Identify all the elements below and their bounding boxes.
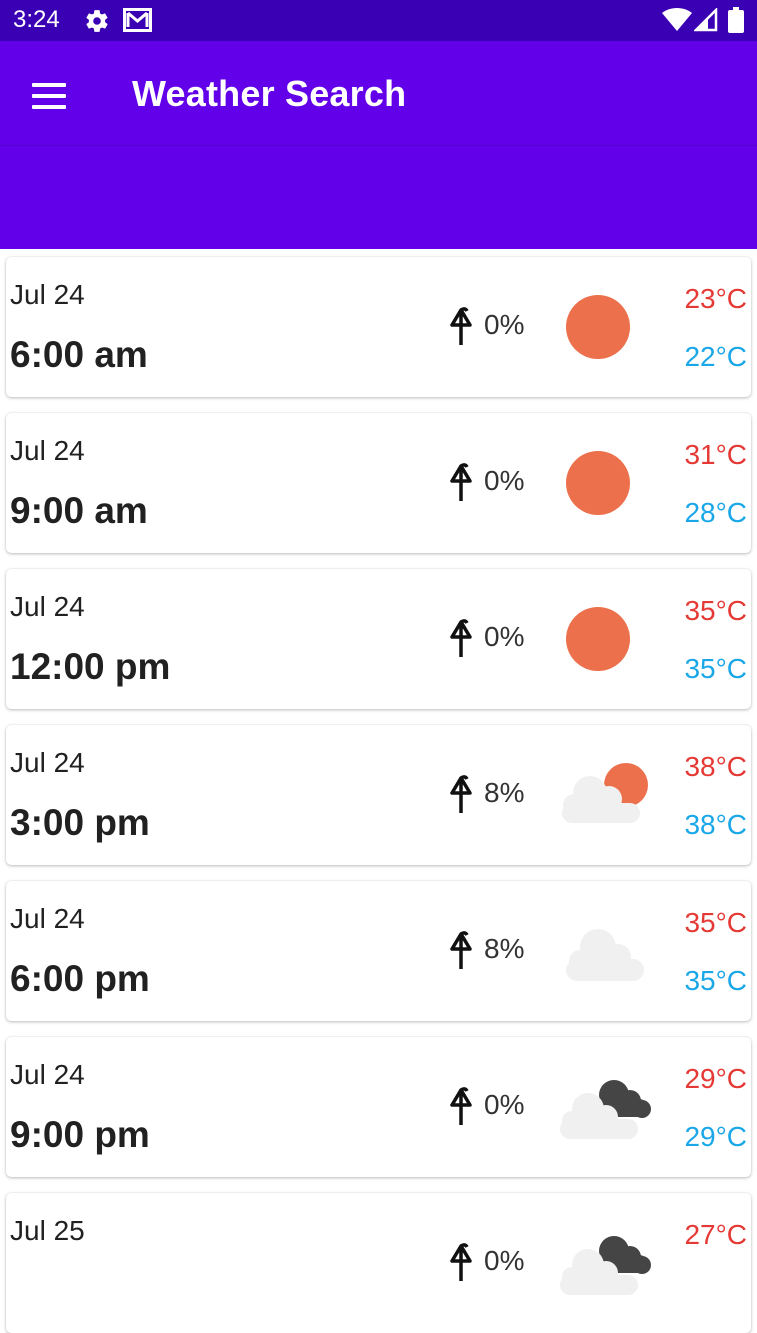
min-temp: 29°C — [684, 1121, 747, 1152]
umbrella-icon — [450, 1243, 472, 1281]
umbrella-icon — [450, 463, 472, 501]
battery-icon — [728, 7, 744, 33]
forecast-date: Jul 24 — [10, 1059, 85, 1090]
umbrella-icon — [450, 931, 472, 969]
umbrella-icon — [450, 619, 472, 657]
mail-icon — [123, 8, 152, 32]
rain-chance: 8% — [484, 933, 525, 964]
rain-chance: 8% — [484, 777, 525, 808]
forecast-date: Jul 24 — [10, 435, 85, 466]
status-bar: 3:24 — [0, 0, 757, 41]
rain-chance: 0% — [484, 465, 525, 496]
forecast-card[interactable]: Jul 24 6:00 pm 8% 35°C 35°C — [6, 881, 751, 1021]
forecast-card[interactable]: Jul 24 12:00 pm 0% 35°C 35°C — [6, 569, 751, 709]
max-temp: 38°C — [684, 751, 747, 782]
app-bar: Weather Search — [0, 41, 757, 249]
gear-icon — [86, 10, 108, 32]
umbrella-icon — [450, 307, 472, 345]
rain-chance: 0% — [484, 1089, 525, 1120]
max-temp: 27°C — [684, 1219, 747, 1250]
sun-icon — [566, 451, 630, 515]
forecast-time: 9:00 pm — [10, 1114, 150, 1155]
rain-chance: 0% — [484, 309, 525, 340]
page-title: Weather Search — [132, 73, 407, 114]
signal-icon — [694, 8, 718, 32]
hamburger-menu-icon[interactable] — [30, 81, 70, 111]
forecast-time: 9:00 am — [10, 490, 148, 531]
wifi-icon — [662, 8, 692, 31]
app-bar-divider — [0, 145, 757, 146]
forecast-card[interactable]: Jul 24 3:00 pm 8% 38°C 38°C — [6, 725, 751, 865]
forecast-time: 6:00 pm — [10, 958, 150, 999]
forecast-card[interactable]: Jul 24 6:00 am 0% 23°C 22°C — [6, 257, 751, 397]
forecast-time: 12:00 pm — [10, 646, 171, 687]
forecast-date: Jul 24 — [10, 903, 85, 934]
max-temp: 31°C — [684, 439, 747, 470]
dark-clouds-icon — [560, 1236, 651, 1295]
min-temp: 35°C — [684, 965, 747, 996]
min-temp: 28°C — [684, 497, 747, 528]
rain-chance: 0% — [484, 1245, 525, 1276]
max-temp: 35°C — [684, 595, 747, 626]
forecast-card[interactable]: Jul 24 9:00 pm 0% 29°C 29°C — [6, 1037, 751, 1177]
forecast-card[interactable]: Jul 25 0% 27°C — [6, 1193, 751, 1333]
forecast-date: Jul 24 — [10, 279, 85, 310]
partly-cloudy-icon — [562, 763, 648, 823]
max-temp: 35°C — [684, 907, 747, 938]
forecast-date: Jul 25 — [10, 1215, 85, 1246]
forecast-card[interactable]: Jul 24 9:00 am 0% 31°C 28°C — [6, 413, 751, 553]
max-temp: 23°C — [684, 283, 747, 314]
min-temp: 38°C — [684, 809, 747, 840]
forecast-time: 6:00 am — [10, 334, 148, 375]
cloud-icon — [566, 929, 644, 981]
forecast-date: Jul 24 — [10, 591, 85, 622]
umbrella-icon — [450, 775, 472, 813]
sun-icon — [566, 295, 630, 359]
dark-clouds-icon — [560, 1080, 651, 1139]
min-temp: 35°C — [684, 653, 747, 684]
forecast-date: Jul 24 — [10, 747, 85, 778]
max-temp: 29°C — [684, 1063, 747, 1094]
min-temp: 22°C — [684, 341, 747, 372]
forecast-time: 3:00 pm — [10, 802, 150, 843]
rain-chance: 0% — [484, 621, 525, 652]
umbrella-icon — [450, 1087, 472, 1125]
sun-icon — [566, 607, 630, 671]
status-time: 3:24 — [13, 6, 60, 33]
